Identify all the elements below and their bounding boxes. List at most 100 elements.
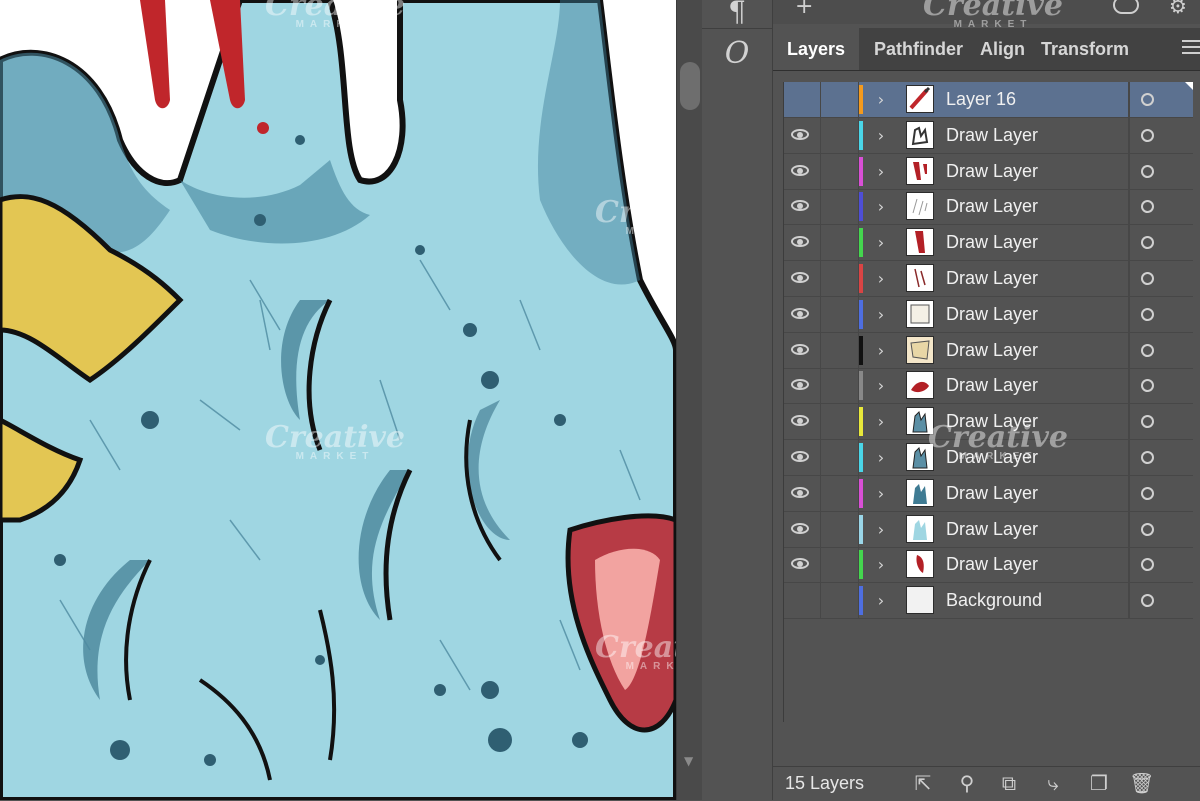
- visibility-toggle[interactable]: [784, 296, 821, 332]
- visibility-toggle[interactable]: [784, 440, 821, 475]
- scrollbar-thumb[interactable]: [680, 62, 700, 110]
- paragraph-panel-icon[interactable]: ¶: [714, 0, 760, 30]
- trash-icon[interactable]: 🗑: [1129, 771, 1154, 795]
- chevron-right-icon[interactable]: ›: [872, 338, 890, 363]
- layer-row[interactable]: › Draw Layer: [784, 332, 1193, 369]
- visibility-toggle[interactable]: [784, 82, 821, 117]
- layer-name[interactable]: Draw Layer: [946, 261, 1038, 296]
- layer-row[interactable]: › Draw Layer: [784, 261, 1193, 297]
- target-circle-icon[interactable]: [1141, 200, 1154, 214]
- lock-toggle[interactable]: [821, 583, 859, 619]
- layer-name[interactable]: Draw Layer: [946, 368, 1038, 403]
- chevron-right-icon[interactable]: ›: [872, 194, 890, 219]
- gear-icon[interactable]: ⚙: [1169, 0, 1187, 18]
- layer-name[interactable]: Draw Layer: [946, 118, 1038, 153]
- visibility-toggle[interactable]: [784, 261, 821, 296]
- lock-toggle[interactable]: [821, 547, 859, 583]
- target-circle-icon[interactable]: [1141, 128, 1154, 142]
- visibility-toggle[interactable]: [784, 153, 821, 189]
- visibility-toggle[interactable]: [784, 189, 821, 225]
- chevron-right-icon[interactable]: ›: [872, 159, 890, 184]
- layer-row[interactable]: › Draw Layer: [784, 368, 1193, 405]
- creative-cloud-icon[interactable]: [1113, 0, 1139, 14]
- layer-name[interactable]: Layer 16: [946, 82, 1016, 117]
- chevron-right-icon[interactable]: ›: [872, 445, 890, 470]
- layer-name[interactable]: Draw Layer: [946, 225, 1038, 260]
- scroll-down-icon[interactable]: ▼: [684, 754, 693, 768]
- layer-row[interactable]: › Draw Layer: [784, 117, 1193, 154]
- layer-row[interactable]: › Draw Layer: [784, 440, 1193, 476]
- target-circle-icon[interactable]: [1141, 93, 1154, 106]
- layer-name[interactable]: Draw Layer: [946, 404, 1038, 439]
- target-circle-icon[interactable]: [1141, 451, 1154, 464]
- layer-name[interactable]: Draw Layer: [946, 547, 1038, 582]
- target-circle-icon[interactable]: [1141, 415, 1154, 429]
- chevron-right-icon[interactable]: ›: [872, 409, 890, 434]
- chevron-right-icon[interactable]: ›: [872, 552, 890, 577]
- layer-name[interactable]: Draw Layer: [946, 154, 1038, 189]
- visibility-toggle[interactable]: [784, 368, 821, 404]
- layer-name[interactable]: Draw Layer: [946, 297, 1038, 332]
- target-circle-icon[interactable]: [1141, 164, 1154, 178]
- tab-transform[interactable]: Transform: [1041, 28, 1129, 70]
- new-sublayer-icon[interactable]: ⤷: [1041, 771, 1065, 795]
- lock-toggle[interactable]: [821, 511, 859, 547]
- panel-menu-icon[interactable]: [1182, 40, 1200, 58]
- target-circle-icon[interactable]: [1141, 343, 1154, 357]
- opentype-panel-icon[interactable]: O: [714, 36, 760, 72]
- layer-row[interactable]: › Draw Layer: [784, 153, 1193, 190]
- new-layer-icon[interactable]: ❐: [1087, 771, 1111, 795]
- canvas-vertical-scrollbar[interactable]: ▼: [676, 0, 703, 800]
- search-icon[interactable]: ⚲: [955, 771, 979, 795]
- visibility-toggle[interactable]: [784, 511, 821, 547]
- layer-row[interactable]: › Draw Layer: [784, 511, 1193, 548]
- layer-row[interactable]: › Draw Layer: [784, 404, 1193, 441]
- plus-icon[interactable]: +: [795, 0, 813, 19]
- layer-name[interactable]: Background: [946, 583, 1042, 618]
- layer-row[interactable]: › Background: [784, 583, 1193, 620]
- lock-toggle[interactable]: [821, 189, 859, 225]
- chevron-right-icon[interactable]: ›: [872, 266, 890, 291]
- lock-toggle[interactable]: [821, 475, 859, 511]
- layer-name[interactable]: Draw Layer: [946, 440, 1038, 475]
- target-circle-icon[interactable]: [1141, 307, 1154, 321]
- chevron-right-icon[interactable]: ›: [872, 302, 890, 327]
- tab-pathfinder[interactable]: Pathfinder: [874, 28, 963, 70]
- lock-toggle[interactable]: [821, 117, 859, 153]
- lock-toggle[interactable]: [821, 296, 859, 332]
- artboard-canvas[interactable]: CreativeMARKET CreativeMARKET CreativeMA…: [0, 0, 676, 800]
- chevron-right-icon[interactable]: ›: [872, 373, 890, 398]
- visibility-toggle[interactable]: [784, 475, 821, 511]
- tab-layers[interactable]: Layers: [773, 28, 859, 70]
- lock-toggle[interactable]: [821, 404, 859, 440]
- layer-name[interactable]: Draw Layer: [946, 333, 1038, 368]
- target-circle-icon[interactable]: [1141, 272, 1154, 285]
- chevron-right-icon[interactable]: ›: [872, 588, 890, 613]
- layer-name[interactable]: Draw Layer: [946, 476, 1038, 511]
- target-circle-icon[interactable]: [1141, 379, 1154, 393]
- layer-row[interactable]: › Draw Layer: [784, 296, 1193, 333]
- tab-align[interactable]: Align: [980, 28, 1025, 70]
- visibility-toggle[interactable]: [784, 225, 821, 261]
- target-circle-icon[interactable]: [1141, 594, 1154, 608]
- layer-row[interactable]: › Draw Layer: [784, 189, 1193, 226]
- visibility-toggle[interactable]: [784, 332, 821, 368]
- target-circle-icon[interactable]: [1141, 236, 1154, 250]
- layer-row[interactable]: › Draw Layer: [784, 475, 1193, 512]
- lock-toggle[interactable]: [821, 332, 859, 368]
- lock-toggle[interactable]: [821, 368, 859, 404]
- chevron-right-icon[interactable]: ›: [872, 87, 890, 112]
- visibility-toggle[interactable]: [784, 117, 821, 153]
- lock-toggle[interactable]: [821, 153, 859, 189]
- lock-toggle[interactable]: [821, 440, 859, 475]
- lock-toggle[interactable]: [821, 82, 859, 117]
- chevron-right-icon[interactable]: ›: [872, 481, 890, 506]
- target-circle-icon[interactable]: [1141, 522, 1154, 536]
- chevron-right-icon[interactable]: ›: [872, 517, 890, 542]
- target-circle-icon[interactable]: [1141, 558, 1154, 572]
- lock-toggle[interactable]: [821, 225, 859, 261]
- clipping-mask-icon[interactable]: ⧉: [997, 771, 1021, 795]
- visibility-toggle[interactable]: [784, 404, 821, 440]
- layer-row[interactable]: › Draw Layer: [784, 547, 1193, 584]
- target-circle-icon[interactable]: [1141, 486, 1154, 500]
